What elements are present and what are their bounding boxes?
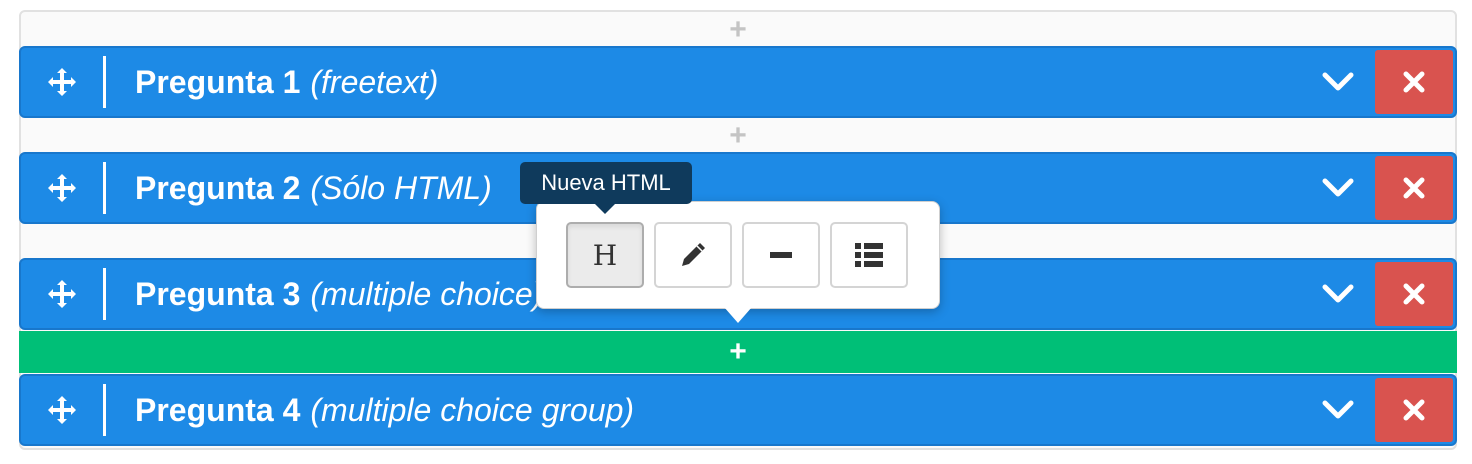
divider bbox=[103, 384, 106, 436]
add-question-gap-active[interactable]: + bbox=[19, 331, 1457, 373]
close-icon bbox=[1403, 71, 1425, 93]
new-freetext-button[interactable] bbox=[654, 222, 732, 288]
new-html-button[interactable]: H bbox=[566, 222, 644, 288]
close-icon bbox=[1403, 283, 1425, 305]
question-type: (multiple choice) bbox=[310, 275, 544, 312]
insert-popover: H bbox=[536, 201, 940, 309]
tooltip-arrow bbox=[595, 204, 615, 214]
move-icon[interactable] bbox=[21, 376, 103, 444]
list-icon bbox=[855, 243, 883, 267]
add-question-gap[interactable]: + bbox=[19, 120, 1457, 152]
question-row: Pregunta 1 (freetext) bbox=[19, 46, 1457, 118]
minus-icon bbox=[770, 252, 792, 258]
question-title: Pregunta 1 (freetext) bbox=[135, 48, 438, 116]
move-icon[interactable] bbox=[21, 48, 103, 116]
move-icon[interactable] bbox=[21, 260, 103, 328]
plus-icon[interactable]: + bbox=[729, 15, 747, 45]
question-title: Pregunta 2 (Sólo HTML) bbox=[135, 154, 492, 222]
question-type: (freetext) bbox=[310, 63, 439, 100]
chevron-down-icon[interactable] bbox=[1313, 48, 1363, 116]
question-type: (Sólo HTML) bbox=[310, 169, 492, 206]
delete-button[interactable] bbox=[1375, 50, 1453, 114]
new-separator-button[interactable] bbox=[742, 222, 820, 288]
question-name: Pregunta 2 bbox=[135, 169, 301, 206]
heading-icon: H bbox=[592, 238, 618, 272]
question-name: Pregunta 3 bbox=[135, 275, 301, 312]
pencil-icon bbox=[682, 243, 705, 266]
close-icon bbox=[1403, 177, 1425, 199]
move-icon[interactable] bbox=[21, 154, 103, 222]
chevron-down-icon[interactable] bbox=[1313, 376, 1363, 444]
new-multiple-choice-button[interactable] bbox=[830, 222, 908, 288]
plus-icon[interactable]: + bbox=[729, 121, 747, 151]
plus-icon[interactable]: + bbox=[729, 337, 747, 367]
question-title: Pregunta 4 (multiple choice group) bbox=[135, 376, 634, 444]
divider bbox=[103, 56, 106, 108]
question-type: (multiple choice group) bbox=[310, 391, 635, 428]
divider bbox=[103, 162, 106, 214]
add-question-gap[interactable]: + bbox=[19, 14, 1457, 46]
question-name: Pregunta 4 bbox=[135, 391, 301, 428]
delete-button[interactable] bbox=[1375, 156, 1453, 220]
close-icon bbox=[1403, 399, 1425, 421]
popover-arrow bbox=[724, 307, 752, 323]
chevron-down-icon[interactable] bbox=[1313, 154, 1363, 222]
delete-button[interactable] bbox=[1375, 262, 1453, 326]
delete-button[interactable] bbox=[1375, 378, 1453, 442]
question-title: Pregunta 3 (multiple choice) bbox=[135, 260, 543, 328]
question-row: Pregunta 4 (multiple choice group) bbox=[19, 374, 1457, 446]
question-name: Pregunta 1 bbox=[135, 63, 301, 100]
divider bbox=[103, 268, 106, 320]
tooltip: Nueva HTML bbox=[520, 162, 692, 204]
chevron-down-icon[interactable] bbox=[1313, 260, 1363, 328]
